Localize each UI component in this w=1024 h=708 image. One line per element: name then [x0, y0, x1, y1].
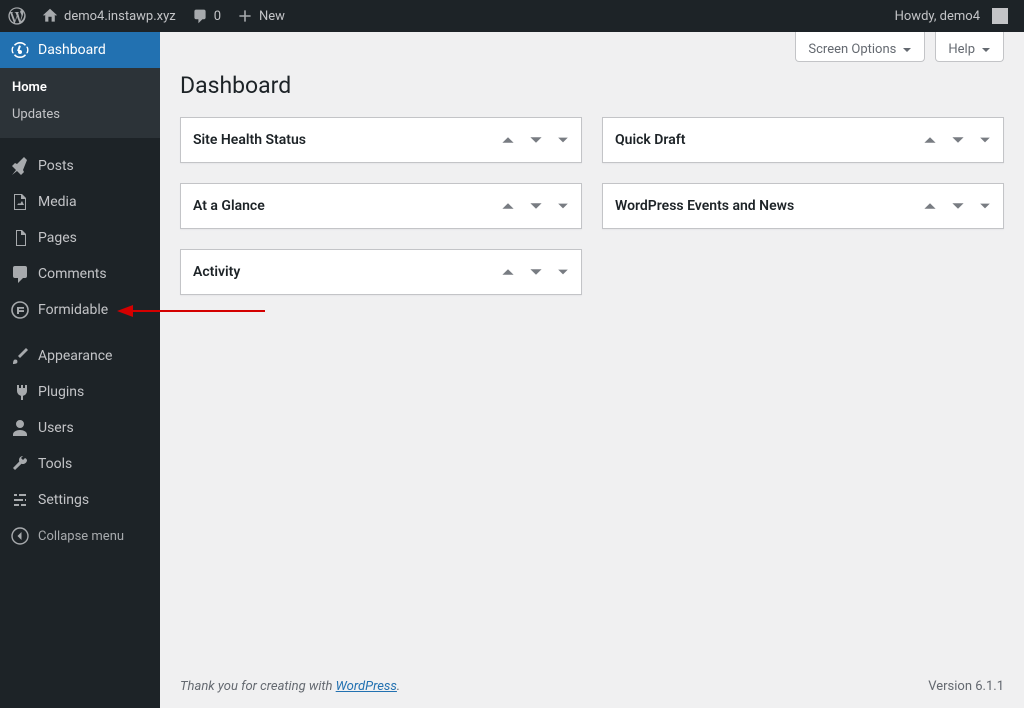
footer-thankyou: Thank you for creating with WordPress. [180, 679, 400, 694]
sliders-icon [10, 490, 30, 510]
formidable-icon [10, 300, 30, 320]
sidebar-item-label: Appearance [38, 348, 112, 364]
content-area: Screen Options Help Dashboard [160, 32, 1024, 708]
collapse-label: Collapse menu [38, 529, 124, 544]
caret-down-icon [902, 45, 912, 55]
page-title: Dashboard [180, 62, 1004, 117]
wrench-icon [10, 454, 30, 474]
dashboard-column-1: Site Health Status At a Glance [180, 117, 582, 295]
page-icon [10, 228, 30, 248]
postbox-at-a-glance: At a Glance [180, 183, 582, 229]
postbox-title: Site Health Status [193, 132, 501, 148]
sidebar-item-media[interactable]: Media [0, 184, 160, 220]
plugin-icon [10, 382, 30, 402]
sidebar-item-users[interactable]: Users [0, 410, 160, 446]
comments-menu[interactable]: 0 [184, 0, 229, 32]
footer-version: Version 6.1.1 [928, 679, 1004, 694]
sidebar-item-plugins[interactable]: Plugins [0, 374, 160, 410]
sidebar-item-label: Dashboard [38, 42, 106, 58]
sidebar-item-dashboard[interactable]: Dashboard [0, 32, 160, 68]
comment-icon [192, 8, 208, 24]
wp-logo-menu[interactable] [0, 0, 34, 32]
brush-icon [10, 346, 30, 366]
plus-icon [237, 8, 253, 24]
sidebar-subitem-updates[interactable]: Updates [0, 101, 160, 128]
sidebar-submenu-dashboard: Home Updates [0, 68, 160, 138]
caret-down-icon [981, 45, 991, 55]
sidebar-item-label: Comments [38, 266, 107, 282]
postbox-title: WordPress Events and News [615, 198, 923, 214]
new-content-menu[interactable]: New [229, 0, 293, 32]
admin-sidebar: Dashboard Home Updates Posts Media [0, 32, 160, 708]
admin-toolbar: demo4.instawp.xyz 0 New Howdy, demo4 [0, 0, 1024, 32]
sidebar-subitem-home[interactable]: Home [0, 74, 160, 101]
postbox-quick-draft: Quick Draft [602, 117, 1004, 163]
move-up-button[interactable] [501, 265, 515, 279]
sidebar-item-label: Users [38, 420, 74, 436]
avatar [992, 8, 1008, 24]
sidebar-item-pages[interactable]: Pages [0, 220, 160, 256]
dashboard-icon [10, 40, 30, 60]
comments-count: 0 [214, 9, 221, 24]
home-icon [42, 8, 58, 24]
admin-footer: Thank you for creating with WordPress. V… [160, 665, 1024, 708]
postbox-title: Quick Draft [615, 132, 923, 148]
sidebar-item-appearance[interactable]: Appearance [0, 338, 160, 374]
move-down-button[interactable] [951, 199, 965, 213]
comment-icon [10, 264, 30, 284]
screen-options-label: Screen Options [808, 42, 896, 57]
sidebar-item-posts[interactable]: Posts [0, 148, 160, 184]
move-down-button[interactable] [529, 199, 543, 213]
wordpress-link[interactable]: WordPress [336, 679, 397, 694]
dashboard-column-2: Quick Draft WordPress Events and News [602, 117, 1004, 295]
sidebar-item-formidable[interactable]: Formidable [0, 292, 160, 328]
sidebar-item-tools[interactable]: Tools [0, 446, 160, 482]
help-label: Help [948, 42, 975, 57]
toggle-panel-button[interactable] [557, 200, 569, 212]
move-up-button[interactable] [923, 199, 937, 213]
sidebar-item-label: Plugins [38, 384, 84, 400]
help-button[interactable]: Help [935, 32, 1004, 62]
sidebar-item-settings[interactable]: Settings [0, 482, 160, 518]
sidebar-item-label: Tools [38, 456, 72, 472]
screen-options-button[interactable]: Screen Options [795, 32, 925, 62]
move-down-button[interactable] [529, 265, 543, 279]
postbox-site-health: Site Health Status [180, 117, 582, 163]
move-up-button[interactable] [501, 199, 515, 213]
collapse-icon [10, 526, 30, 546]
move-down-button[interactable] [951, 133, 965, 147]
pushpin-icon [10, 156, 30, 176]
toggle-panel-button[interactable] [557, 266, 569, 278]
new-label: New [259, 9, 285, 24]
move-up-button[interactable] [923, 133, 937, 147]
move-down-button[interactable] [529, 133, 543, 147]
media-icon [10, 192, 30, 212]
collapse-menu-button[interactable]: Collapse menu [0, 518, 160, 554]
sidebar-item-label: Posts [38, 158, 74, 174]
site-name-label: demo4.instawp.xyz [64, 9, 176, 24]
toggle-panel-button[interactable] [979, 200, 991, 212]
toggle-panel-button[interactable] [557, 134, 569, 146]
user-icon [10, 418, 30, 438]
postbox-title: Activity [193, 264, 501, 280]
postbox-activity: Activity [180, 249, 582, 295]
sidebar-item-label: Settings [38, 492, 89, 508]
postbox-title: At a Glance [193, 198, 501, 214]
toggle-panel-button[interactable] [979, 134, 991, 146]
move-up-button[interactable] [501, 133, 515, 147]
greeting-label: Howdy, demo4 [895, 9, 980, 24]
sidebar-item-label: Media [38, 194, 77, 210]
sidebar-item-label: Pages [38, 230, 77, 246]
sidebar-item-label: Formidable [38, 302, 108, 318]
my-account-menu[interactable]: Howdy, demo4 [887, 0, 1016, 32]
postbox-wordpress-events: WordPress Events and News [602, 183, 1004, 229]
sidebar-item-comments[interactable]: Comments [0, 256, 160, 292]
wordpress-logo-icon [8, 7, 26, 25]
site-name-menu[interactable]: demo4.instawp.xyz [34, 0, 184, 32]
